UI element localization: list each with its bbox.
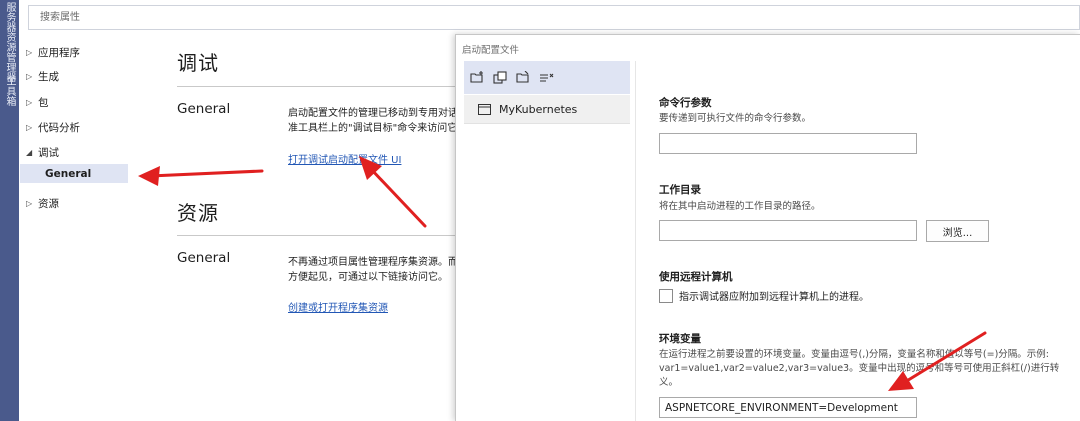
expand-triangle-icon: ▷ (26, 122, 33, 132)
open-debug-profiles-link[interactable]: 打开调试启动配置文件 UI (288, 151, 401, 166)
new-profile-icon[interactable] (469, 69, 486, 86)
remote-machine-row: 指示调试器应附加到远程计算机上的进程。 (659, 288, 869, 303)
section-divider (177, 86, 457, 87)
delete-profile-icon[interactable] (538, 69, 555, 86)
dialog-title: 启动配置文件 (462, 45, 520, 56)
copy-profile-icon[interactable] (492, 69, 509, 86)
resources-description: 不再通过项目属性管理程序集资源。而 方便起见，可通过以下链接访问它。 (288, 255, 458, 285)
remote-machine-label: 使用远程计算机 (659, 271, 733, 283)
cmd-args-desc: 要传递到可执行文件的命令行参数。 (659, 113, 812, 124)
launch-profiles-dialog: 启动配置文件 MyKubernetes 命令行参数 要传递到可执行文件的命令行参… (455, 34, 1080, 421)
search-box (28, 5, 1080, 30)
open-assembly-resources-link[interactable]: 创建或打开程序集资源 (288, 299, 388, 314)
profile-name: MyKubernetes (499, 102, 578, 116)
expand-triangle-icon: ▷ (26, 71, 33, 81)
debug-general-label: General (177, 101, 231, 117)
resources-section-title: 资源 (177, 201, 219, 225)
nav-item-package[interactable]: ▷ 包 (26, 93, 49, 111)
rename-profile-icon[interactable] (515, 69, 532, 86)
env-vars-desc-line: var1=value1,var2=value2,var3=value3。变量中出… (659, 363, 1060, 374)
nav-item-resources[interactable]: ▷ 资源 (26, 194, 59, 212)
nav-item-label: 应用程序 (38, 46, 80, 59)
profile-item-mykubernetes[interactable]: MyKubernetes (464, 95, 630, 124)
nav-item-build[interactable]: ▷ 生成 (26, 67, 59, 85)
nav-item-debug[interactable]: ◢ 调试 (26, 143, 59, 161)
env-vars-desc: 在运行进程之前要设置的环境变量。变量由逗号(,)分隔，变量名称和值以等号(=)分… (659, 348, 1059, 390)
profile-window-icon (478, 103, 491, 115)
nav-item-application[interactable]: ▷ 应用程序 (26, 43, 80, 61)
env-vars-desc-line: 义。 (659, 377, 679, 388)
resources-description-line: 方便起见，可通过以下链接访问它。 (288, 272, 448, 283)
nav-item-label: 包 (38, 96, 49, 109)
nav-item-code-analysis[interactable]: ▷ 代码分析 (26, 118, 80, 136)
browse-button[interactable]: 浏览... (926, 220, 989, 242)
env-vars-desc-line: 在运行进程之前要设置的环境变量。变量由逗号(,)分隔，变量名称和值以等号(=)分… (659, 349, 1050, 360)
env-vars-label: 环境变量 (659, 333, 701, 345)
nav-subitem-general[interactable]: General (20, 164, 128, 183)
server-explorer-tab[interactable]: 服务器资源管理器 (2, 2, 17, 82)
working-dir-input[interactable] (659, 220, 917, 241)
env-vars-input[interactable] (659, 397, 917, 418)
collapse-triangle-icon: ◢ (26, 147, 33, 157)
dialog-divider (635, 61, 636, 421)
debug-description-line: 准工具栏上的"调试目标"命令来访问它。 (288, 123, 458, 134)
arrow-to-general (138, 166, 264, 186)
expand-triangle-icon: ▷ (26, 198, 33, 208)
profile-list-pane: MyKubernetes (464, 61, 630, 421)
remote-machine-checkbox[interactable] (659, 288, 673, 303)
tool-window-strip: 服务器资源管理器 工具箱 (0, 0, 19, 421)
resources-description-line: 不再通过项目属性管理程序集资源。而 (288, 257, 458, 268)
expand-triangle-icon: ▷ (26, 47, 33, 57)
resources-general-label: General (177, 250, 231, 266)
debug-description: 启动配置文件的管理已移动到专用对话框。 准工具栏上的"调试目标"命令来访问它。 (288, 106, 458, 136)
toolbox-tab[interactable]: 工具箱 (2, 76, 17, 106)
section-divider (177, 235, 457, 236)
nav-item-label: 调试 (38, 146, 59, 159)
debug-section-title: 调试 (177, 51, 219, 75)
expand-triangle-icon: ▷ (26, 97, 33, 107)
nav-item-label: 生成 (38, 70, 59, 83)
profile-toolbar (464, 61, 630, 94)
nav-item-label: 资源 (38, 197, 59, 210)
debug-description-line: 启动配置文件的管理已移动到专用对话框。 (288, 108, 458, 119)
search-input[interactable] (29, 6, 1079, 29)
remote-machine-checkbox-label: 指示调试器应附加到远程计算机上的进程。 (679, 292, 869, 303)
nav-item-label: 代码分析 (38, 121, 80, 134)
arrow-to-debug-link (359, 156, 427, 228)
cmd-args-label: 命令行参数 (659, 97, 712, 109)
working-dir-desc: 将在其中启动进程的工作目录的路径。 (659, 201, 821, 212)
cmd-args-input[interactable] (659, 133, 917, 154)
working-dir-label: 工作目录 (659, 184, 701, 196)
